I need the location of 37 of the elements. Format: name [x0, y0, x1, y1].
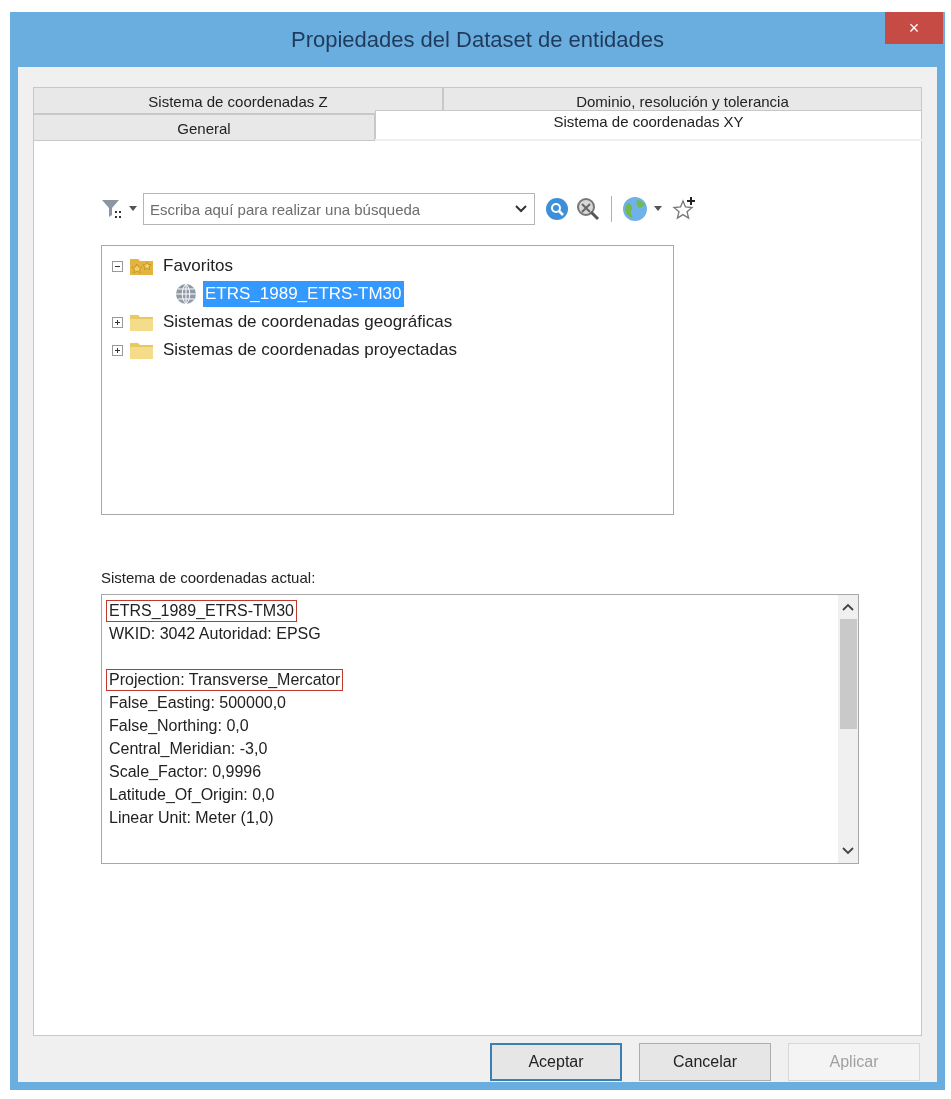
- scroll-down-icon[interactable]: [842, 846, 854, 855]
- tree-item[interactable]: Favoritos: [161, 253, 235, 279]
- close-button[interactable]: ×: [885, 12, 943, 44]
- star-add-icon[interactable]: [672, 196, 698, 222]
- filter-icon[interactable]: [101, 198, 123, 220]
- chevron-down-icon[interactable]: [515, 205, 527, 213]
- tree-item[interactable]: Sistemas de coordenadas geográficas: [161, 309, 455, 335]
- field-label: Sistema de coordenadas actual:: [101, 568, 317, 588]
- text-line: Central_Meridian: -3,0: [108, 739, 269, 759]
- text-line: Latitude_Of_Origin: 0,0: [108, 785, 276, 805]
- expand-icon[interactable]: [112, 344, 123, 356]
- search-field[interactable]: Escriba aquí para realizar una búsqueda: [143, 193, 535, 225]
- tab[interactable]: General: [33, 114, 375, 141]
- text-line: False_Northing: 0,0: [108, 716, 250, 736]
- scroll-thumb[interactable]: [839, 618, 857, 729]
- expand-icon[interactable]: [112, 316, 123, 328]
- tab[interactable]: Sistema de coordenadas Z: [33, 87, 443, 114]
- dialog-button[interactable]: Aceptar: [490, 1043, 622, 1081]
- text-line: False_Easting: 500000,0: [108, 693, 287, 713]
- search-icon[interactable]: [545, 197, 569, 221]
- scrollbar[interactable]: [838, 594, 858, 863]
- folder-icon: [129, 340, 155, 360]
- caret-icon[interactable]: [129, 206, 137, 212]
- dialog-button[interactable]: Cancelar: [639, 1043, 771, 1081]
- globe-icon: [175, 283, 197, 305]
- favorites-folder-icon: [129, 256, 155, 276]
- tab[interactable]: Sistema de coordenadas XY: [375, 110, 922, 139]
- folder-icon: [129, 312, 155, 332]
- clear-search-icon[interactable]: [575, 196, 601, 222]
- tree-item[interactable]: Sistemas de coordenadas proyectadas: [161, 337, 459, 363]
- text-line: WKID: 3042 Autoridad: EPSG: [108, 624, 322, 644]
- collapse-icon[interactable]: [112, 260, 123, 272]
- window-title: Propiedades del Dataset de entidades: [290, 26, 664, 54]
- text-line: Linear Unit: Meter (1,0): [108, 808, 275, 828]
- caret-icon[interactable]: [654, 206, 662, 212]
- scroll-up-icon[interactable]: [842, 602, 854, 611]
- text-line: Scale_Factor: 0,9996: [108, 762, 263, 782]
